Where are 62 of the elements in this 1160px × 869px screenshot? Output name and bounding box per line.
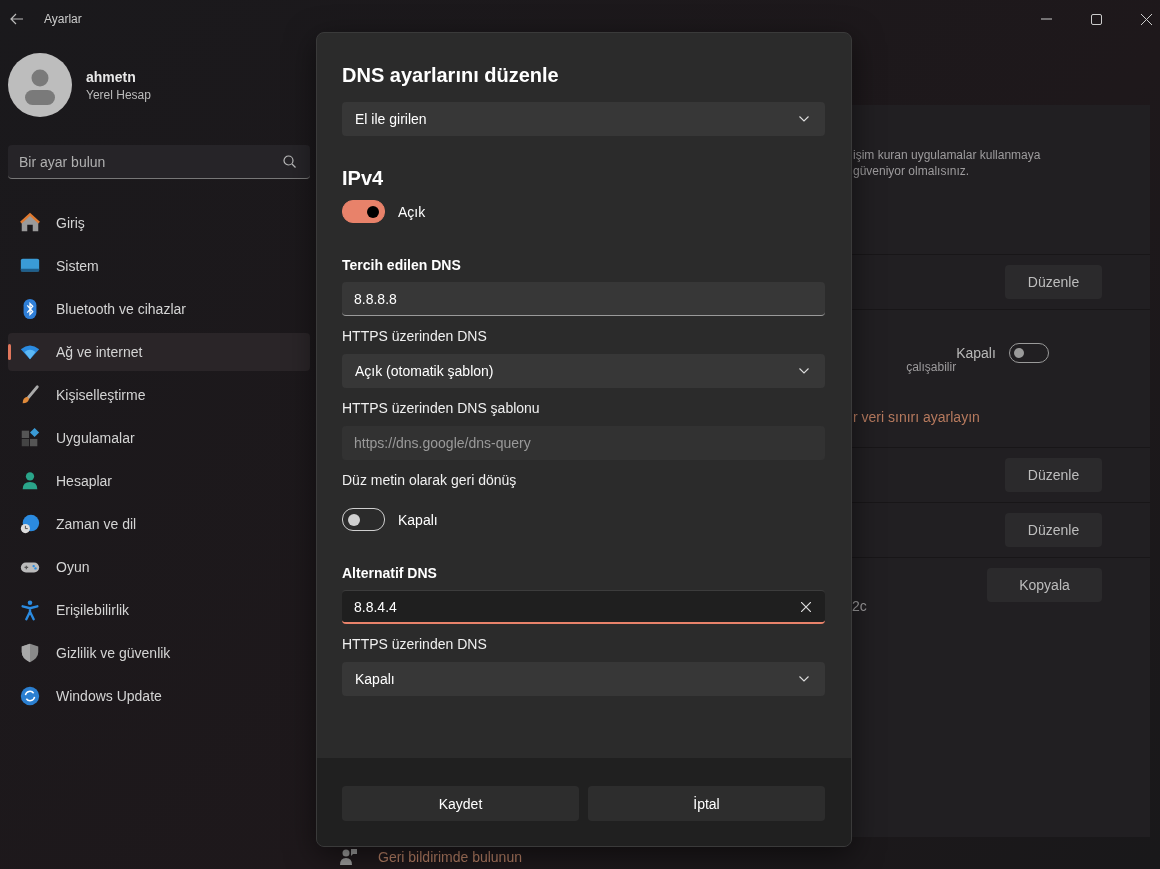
chevron-down-icon xyxy=(799,116,809,122)
sidebar-item[interactable]: Uygulamalar xyxy=(8,419,310,457)
sidebar-item[interactable]: Hesaplar xyxy=(8,462,310,500)
field-label: Tercih edilen DNS xyxy=(342,256,461,275)
account-name: ahmetn xyxy=(86,68,137,85)
field-label: HTTPS üzerinden DNS xyxy=(342,635,487,654)
sidebar-item[interactable]: Gizlilik ve güvenlik xyxy=(8,634,310,672)
dropdown[interactable]: El ile girilen xyxy=(342,102,825,136)
chevron-down-icon xyxy=(799,676,809,682)
sidebar-item[interactable]: Giriş xyxy=(8,204,310,242)
description-text: işim kuran uygulamalar kullanmaya xyxy=(853,148,1041,162)
field-label: HTTPS üzerinden DNS şablonu xyxy=(342,399,540,418)
sidebar-item[interactable]: Zaman ve dil xyxy=(8,505,310,543)
cancel-button[interactable]: İptal xyxy=(588,786,825,821)
chevron-down-icon xyxy=(799,368,809,374)
apps-icon xyxy=(19,427,41,449)
data-limit-link[interactable]: r veri sınırı ayarlayın xyxy=(853,409,980,425)
sidebar-item[interactable]: Kişiselleştirme xyxy=(8,376,310,414)
sidebar-item[interactable]: Erişilebilirlik xyxy=(8,591,310,629)
sidebar-item[interactable]: Ağ ve internet xyxy=(8,333,310,371)
field-label: Düz metin olarak geri dönüş xyxy=(342,471,517,490)
sidebar-item[interactable]: Oyun xyxy=(8,548,310,586)
search-icon xyxy=(283,155,296,168)
toggle-state-label: Kapalı xyxy=(956,345,996,361)
house-icon xyxy=(19,212,41,234)
description-text: güveniyor olmalısınız. xyxy=(853,164,971,178)
toggle-switch[interactable] xyxy=(342,200,385,223)
sidebar-item[interactable]: Bluetooth ve cihazlar xyxy=(8,290,310,328)
refresh-icon xyxy=(19,685,41,707)
edit-button[interactable]: Düzenle xyxy=(1005,265,1102,299)
description-text: çalışabilir xyxy=(906,360,957,374)
dropdown[interactable]: Açık (otomatik şablon) xyxy=(342,354,825,388)
globe-clock-icon xyxy=(19,513,41,535)
field-label: Alternatif DNS xyxy=(342,564,437,583)
toggle-state-label: Kapalı xyxy=(398,511,438,528)
value-text: 2c xyxy=(852,598,867,616)
feedback-icon xyxy=(340,848,358,866)
maximize-icon[interactable] xyxy=(1091,13,1102,25)
account-type: Yerel Hesap xyxy=(86,87,151,102)
avatar-icon xyxy=(8,53,72,117)
window-title: Ayarlar xyxy=(44,12,82,26)
input-field[interactable]: 8.8.8.8 xyxy=(342,282,825,316)
toggle-state-label: Açık xyxy=(398,203,426,220)
dialog-title: DNS ayarlarını düzenle xyxy=(342,63,559,88)
clear-icon[interactable] xyxy=(801,601,811,612)
copy-button[interactable]: Kopyala xyxy=(987,568,1102,602)
close-icon[interactable] xyxy=(1141,13,1152,25)
dropdown[interactable]: Kapalı xyxy=(342,662,825,696)
sidebar-item[interactable]: Sistem xyxy=(8,247,310,285)
edit-button[interactable]: Düzenle xyxy=(1005,513,1102,547)
save-button[interactable]: Kaydet xyxy=(342,786,579,821)
accessibility-icon xyxy=(19,599,41,621)
feedback-link[interactable]: Geri bildirimde bulunun xyxy=(378,849,522,865)
back-icon[interactable] xyxy=(10,13,24,25)
shield-icon xyxy=(19,642,41,664)
toggle-switch[interactable] xyxy=(342,508,385,531)
search-field[interactable]: Bir ayar bulun xyxy=(8,145,310,179)
edit-button[interactable]: Düzenle xyxy=(1005,458,1102,492)
sidebar-item[interactable]: Windows Update xyxy=(8,677,310,715)
input-field[interactable]: 8.8.4.4 xyxy=(342,590,825,624)
field-label: HTTPS üzerinden DNS xyxy=(342,327,487,346)
section-heading: IPv4 xyxy=(342,166,384,190)
